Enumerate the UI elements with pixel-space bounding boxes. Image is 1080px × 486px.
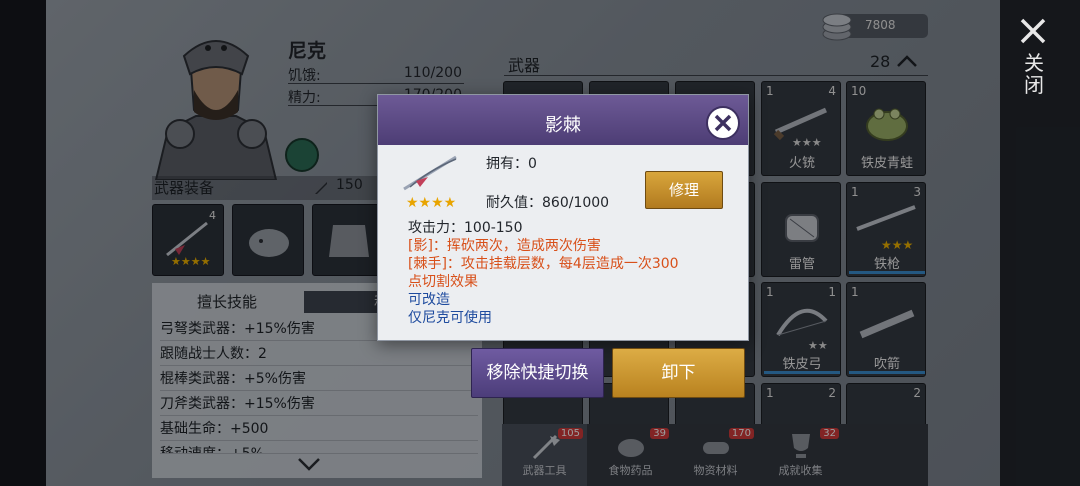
- effect-thorn-cont: 点切割效果: [408, 274, 478, 290]
- remove-quick-switch-button[interactable]: 移除快捷切换: [471, 348, 604, 398]
- close-icon: [714, 114, 732, 132]
- upgradable-note: 可改造: [408, 292, 450, 308]
- restriction-note: 仅尼克可使用: [408, 310, 492, 326]
- shadow-thorn-icon: [403, 155, 457, 191]
- attack-power: 攻击力：100-150: [408, 220, 523, 236]
- svg-text:★★★★: ★★★★: [406, 195, 456, 209]
- close-label[interactable]: 关闭: [1022, 52, 1046, 96]
- owned-count: 拥有：0: [486, 156, 537, 172]
- popup-title: 影棘: [545, 115, 581, 136]
- star-rating: ★★★★: [406, 195, 456, 209]
- game-screen: 尼克 饥饿: 110/200 精力: 170/200 武器装备 150 4 ★★…: [0, 0, 1080, 486]
- durability: 耐久值：860/1000: [486, 195, 610, 211]
- effect-thorn: [棘手]：攻击挂载层数，每4层造成一次300: [408, 256, 679, 272]
- popup-header: 影棘: [378, 95, 748, 145]
- effect-shadow: [影]：挥砍两次，造成两次伤害: [408, 238, 601, 254]
- item-detail-popup: 影棘 ★★★★ 拥有：0 耐久值：860/1000 修理 攻击力：100-150…: [377, 94, 749, 341]
- repair-button[interactable]: 修理: [645, 171, 723, 209]
- popup-close-button[interactable]: [706, 106, 740, 140]
- unequip-button[interactable]: 卸下: [612, 348, 745, 398]
- close-icon[interactable]: [1018, 16, 1048, 46]
